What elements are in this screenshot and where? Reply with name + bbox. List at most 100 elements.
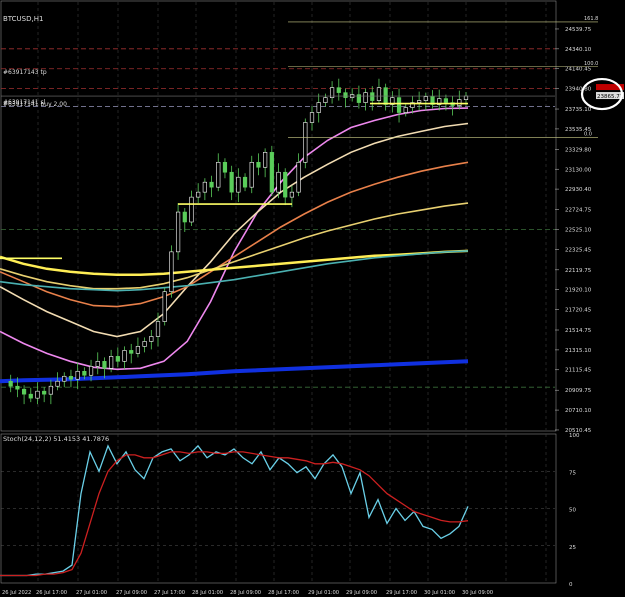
time-tick-label-12: 30 Jul 09:00 — [462, 590, 493, 596]
price-tick-label-10: 22525.10 — [565, 227, 592, 233]
candle-body-4 — [28, 393, 33, 399]
candle-body-41 — [276, 171, 281, 193]
candle-body-60 — [403, 107, 408, 113]
price-tick-label-1: 24340.10 — [565, 47, 592, 53]
price-tick-label-5: 23535.45 — [565, 127, 592, 133]
candle-body-1 — [8, 380, 13, 387]
candle-body-40 — [269, 152, 274, 193]
candle-body-21 — [142, 341, 147, 347]
candle-body-42 — [283, 171, 288, 198]
candle-body-26 — [175, 211, 181, 253]
candle-body-20 — [135, 346, 141, 354]
candle-body-59 — [396, 97, 402, 113]
candle-body-11 — [75, 370, 80, 380]
stoch-tick-label-4: 0 — [569, 582, 573, 588]
candle-body-33 — [222, 161, 228, 173]
candle-body-2 — [15, 385, 20, 390]
current-price-text: 23865.71 — [597, 94, 623, 100]
time-tick-label-2: 27 Jul 01:00 — [76, 590, 107, 596]
price-tick-label-3: 23940.80 — [565, 87, 592, 93]
time-tick-label-9: 29 Jul 09:00 — [346, 590, 377, 596]
candle-body-50 — [336, 87, 341, 93]
candle-body-44 — [296, 161, 301, 193]
candle-body-29 — [196, 191, 201, 198]
time-tick-label-10: 29 Jul 17:00 — [386, 590, 417, 596]
candle-body-45 — [303, 122, 308, 163]
candle-body-19 — [129, 350, 134, 354]
time-tick-label-3: 27 Jul 09:00 — [116, 590, 147, 596]
candle-body-39 — [263, 152, 268, 168]
stoch-tick-label-3: 25 — [569, 545, 576, 551]
tp-label: #63917143 tp — [3, 69, 47, 76]
candle-body-34 — [229, 171, 234, 193]
buy-label: #63917141 buy 2.00 — [3, 101, 67, 108]
fibo-label-0: 161.8 — [584, 16, 598, 22]
stoch-tick-label-1: 75 — [569, 470, 576, 476]
price-tick-label-13: 21920.10 — [565, 288, 592, 294]
price-tick-label-8: 22930.40 — [565, 187, 592, 193]
time-tick-label-11: 30 Jul 01:00 — [424, 590, 455, 596]
candle-body-47 — [316, 102, 321, 113]
candle-body-35 — [236, 176, 241, 193]
candle-body-18 — [122, 350, 127, 362]
candle-body-22 — [149, 336, 154, 342]
candle-body-15 — [102, 361, 107, 369]
price-tick-label-6: 23329.80 — [565, 147, 592, 153]
candle-body-37 — [249, 161, 254, 188]
candle-body-38 — [256, 161, 261, 168]
candle-body-12 — [82, 370, 87, 376]
time-tick-label-8: 29 Jul 01:00 — [308, 590, 339, 596]
time-tick-label-0: 26 Jul 2022 — [2, 590, 31, 596]
time-tick-label-4: 27 Jul 17:00 — [154, 590, 185, 596]
candle-body-62 — [417, 100, 422, 103]
candle-body-13 — [88, 366, 94, 376]
candle-body-31 — [209, 181, 214, 188]
price-tick-label-17: 21115.45 — [565, 368, 592, 374]
candle-body-24 — [162, 291, 167, 322]
stoch-tick-label-0: 100 — [569, 433, 580, 439]
trading-chart[interactable]: 161.8100.00.023865.71 24539.7524340.1024… — [0, 0, 625, 597]
stoch-tick-label-2: 50 — [569, 508, 576, 514]
price-tick-label-9: 22724.75 — [565, 208, 592, 214]
candle-body-32 — [216, 161, 221, 188]
time-tick-label-1: 26 Jul 17:00 — [36, 590, 67, 596]
price-tick-label-7: 23130.00 — [565, 167, 592, 173]
candle-body-43 — [289, 191, 295, 198]
candle-body-6 — [42, 390, 47, 395]
candle-body-63 — [423, 96, 428, 101]
candle-body-16 — [109, 356, 114, 369]
symbol-label: BTCUSD,H1 — [3, 15, 43, 23]
candle-body-69 — [463, 95, 469, 100]
price-tick-label-18: 20909.75 — [565, 388, 592, 394]
price-tick-label-2: 24140.45 — [565, 67, 592, 73]
price-tick-label-14: 21720.45 — [565, 308, 592, 314]
candle-body-14 — [95, 361, 100, 367]
candle-body-7 — [48, 385, 53, 395]
candle-body-17 — [115, 356, 120, 362]
candle-body-9 — [62, 375, 67, 382]
candle-body-66 — [443, 98, 449, 103]
time-tick-label-5: 28 Jul 01:00 — [192, 590, 223, 596]
price-tick-label-4: 23735.10 — [565, 107, 592, 113]
candle-body-8 — [55, 380, 60, 387]
candle-body-54 — [363, 92, 368, 103]
price-tick-label-12: 22119.75 — [565, 268, 592, 274]
price-tick-label-0: 24539.75 — [565, 27, 592, 33]
candle-body-36 — [242, 176, 248, 188]
candle-body-56 — [376, 87, 382, 101]
time-tick-label-7: 28 Jul 17:00 — [268, 590, 299, 596]
price-tick-label-16: 21315.10 — [565, 348, 592, 354]
candle-body-3 — [21, 388, 27, 395]
candle-body-25 — [169, 251, 174, 292]
candle-body-5 — [35, 390, 40, 399]
time-tick-label-6: 28 Jul 09:00 — [230, 590, 261, 596]
candle-body-28 — [189, 196, 194, 223]
candle-body-55 — [370, 92, 375, 101]
price-tick-label-11: 22325.45 — [565, 247, 592, 253]
candle-body-23 — [155, 321, 161, 337]
price-tick-label-15: 21514.75 — [565, 328, 592, 334]
chart-background — [0, 0, 625, 597]
candle-body-48 — [323, 97, 328, 103]
stoch-title: Stoch(24,12,2) 51.4153 41.7876 — [3, 435, 109, 443]
candle-body-51 — [343, 92, 348, 98]
